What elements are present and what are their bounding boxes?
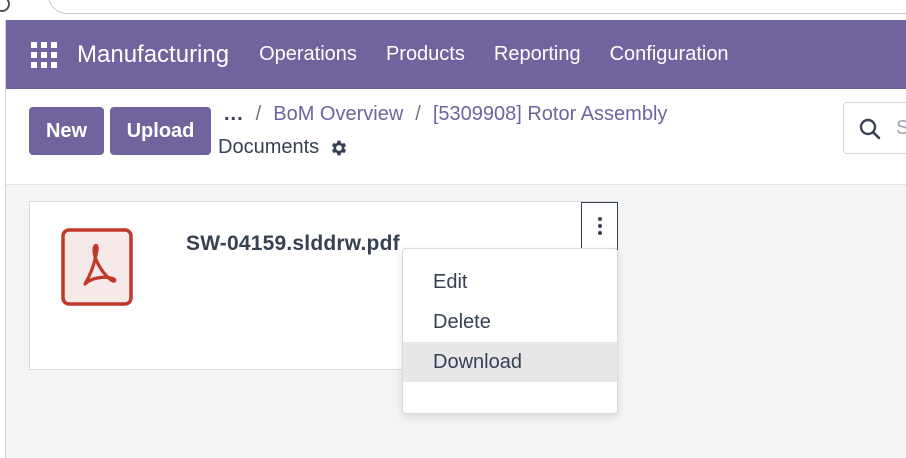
document-actions-dropdown: Edit Delete Download	[402, 248, 618, 414]
app-grid-icon[interactable]	[31, 41, 57, 68]
dropdown-item-download[interactable]: Download	[403, 342, 617, 382]
kebab-menu-icon[interactable]	[581, 202, 618, 250]
breadcrumb-bom-overview[interactable]: BoM Overview	[273, 103, 403, 126]
menu-item-reporting[interactable]: Reporting	[494, 43, 581, 66]
main-menu: Operations Products Reporting Configurat…	[249, 43, 747, 66]
address-bar[interactable]	[48, 0, 906, 14]
search-placeholder: S	[896, 117, 906, 139]
search-input[interactable]: S	[843, 102, 906, 154]
page-title-row: Documents	[218, 136, 349, 159]
pdf-icon	[61, 228, 133, 306]
breadcrumb-ellipsis[interactable]: ...	[224, 103, 244, 126]
new-button[interactable]: New	[29, 107, 104, 155]
menu-item-products[interactable]: Products	[386, 43, 465, 66]
breadcrumb-separator: /	[255, 103, 262, 125]
browser-toolbar	[0, 0, 906, 18]
dropdown-item-delete[interactable]: Delete	[403, 302, 617, 342]
menu-item-configuration[interactable]: Configuration	[610, 43, 729, 66]
dropdown-item-edit[interactable]: Edit	[403, 262, 617, 302]
app-brand[interactable]: Manufacturing	[77, 41, 229, 69]
upload-button[interactable]: Upload	[110, 107, 211, 155]
search-icon	[859, 118, 881, 140]
app-window: Manufacturing Operations Products Report…	[5, 20, 906, 458]
file-name[interactable]: SW-04159.slddrw.pdf	[186, 232, 400, 256]
control-panel: New Upload ... / BoM Overview / [5309908…	[6, 89, 906, 185]
browser-info-icon[interactable]	[0, 0, 10, 12]
breadcrumb-separator: /	[415, 103, 421, 125]
top-navbar: Manufacturing Operations Products Report…	[6, 20, 906, 89]
breadcrumb-rotor-assembly[interactable]: [5309908] Rotor Assembly	[433, 103, 668, 126]
gear-icon[interactable]	[329, 138, 349, 158]
menu-item-operations[interactable]: Operations	[259, 43, 357, 66]
breadcrumb: ... / BoM Overview / [5309908] Rotor Ass…	[224, 103, 667, 126]
page-title: Documents	[218, 136, 320, 158]
